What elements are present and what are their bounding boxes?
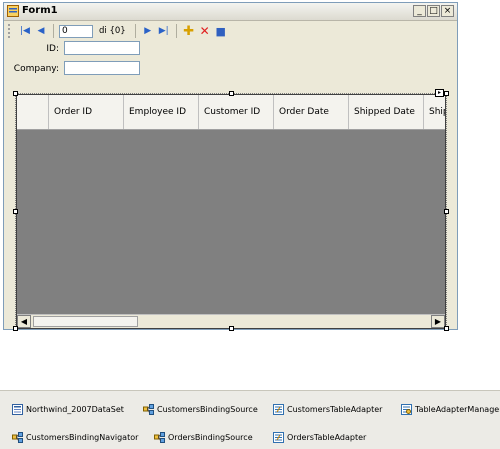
company-label: Company:: [13, 64, 59, 74]
table-adapter-manager-icon: [401, 404, 412, 415]
resize-handle[interactable]: [13, 326, 18, 331]
grid-header-row: Order ID Employee ID Customer ID Order D…: [17, 95, 445, 130]
toolbar-grip[interactable]: [8, 24, 13, 38]
tray-item-table-adapter-manager[interactable]: TableAdapterManager: [401, 404, 500, 415]
company-field[interactable]: [64, 61, 140, 75]
scroll-left-icon[interactable]: ◀: [17, 315, 31, 328]
binding-source-icon: [154, 432, 165, 443]
toolbar-separator: [175, 24, 177, 38]
toolbar-separator: [134, 24, 136, 38]
resize-handle[interactable]: [444, 91, 449, 96]
minimize-button[interactable]: _: [413, 5, 426, 17]
resize-handle[interactable]: [444, 209, 449, 214]
tray-item-orders-table-adapter[interactable]: OrdersTableAdapter: [273, 432, 366, 443]
scroll-thumb[interactable]: [33, 316, 138, 327]
orders-data-grid[interactable]: Order ID Employee ID Customer ID Order D…: [16, 94, 446, 329]
binding-source-icon: [143, 404, 154, 415]
id-field[interactable]: [64, 41, 140, 55]
resize-handle[interactable]: [229, 91, 234, 96]
window-controls: _ □ ×: [413, 5, 454, 17]
tray-item-label: OrdersBindingSource: [168, 433, 253, 442]
move-last-button[interactable]: ▶|: [157, 24, 171, 38]
table-adapter-icon: [273, 404, 284, 415]
count-label: di {0}: [99, 26, 126, 36]
form-icon: [7, 5, 19, 17]
tray-item-customers-table-adapter[interactable]: CustomersTableAdapter: [273, 404, 382, 415]
column-header-ship[interactable]: Ship: [424, 95, 445, 129]
dataset-icon: [12, 404, 23, 415]
close-button[interactable]: ×: [441, 5, 454, 17]
scroll-right-icon[interactable]: ▶: [431, 315, 445, 328]
tray-item-label: Northwind_2007DataSet: [26, 405, 124, 414]
tray-item-dataset[interactable]: Northwind_2007DataSet: [12, 404, 124, 415]
resize-handle[interactable]: [229, 326, 234, 331]
delete-icon[interactable]: ✕: [198, 24, 212, 38]
maximize-button[interactable]: □: [427, 5, 440, 17]
column-header-order-date[interactable]: Order Date: [274, 95, 349, 129]
column-header-customer-id[interactable]: Customer ID: [199, 95, 274, 129]
tray-item-orders-binding-source[interactable]: OrdersBindingSource: [154, 432, 253, 443]
binding-navigator-icon: [12, 432, 23, 443]
table-adapter-icon: [273, 432, 284, 443]
resize-handle[interactable]: [13, 91, 18, 96]
move-next-button[interactable]: ▶: [141, 24, 155, 38]
tray-item-customers-binding-source[interactable]: CustomersBindingSource: [143, 404, 258, 415]
position-input[interactable]: [59, 24, 93, 38]
smart-tag-arrow-icon[interactable]: ▸: [435, 89, 444, 97]
component-tray: Northwind_2007DataSet CustomersBindingSo…: [0, 390, 500, 449]
id-label: ID:: [46, 44, 59, 54]
tray-item-label: TableAdapterManager: [415, 405, 500, 414]
tray-item-customers-binding-navigator[interactable]: CustomersBindingNavigator: [12, 432, 138, 443]
column-header-employee-id[interactable]: Employee ID: [124, 95, 199, 129]
column-header-order-id[interactable]: Order ID: [49, 95, 124, 129]
column-header-shipped-date[interactable]: Shipped Date: [349, 95, 424, 129]
tray-item-label: CustomersBindingSource: [157, 405, 258, 414]
tray-item-label: CustomersTableAdapter: [287, 405, 383, 414]
resize-handle[interactable]: [444, 326, 449, 331]
add-new-icon[interactable]: ✚: [182, 24, 196, 39]
save-icon[interactable]: ■: [214, 24, 228, 38]
title-bar[interactable]: Form1 _ □ ×: [4, 3, 457, 21]
toolbar-separator: [53, 24, 54, 38]
resize-handle[interactable]: [13, 209, 18, 214]
row-header-corner[interactable]: [17, 95, 49, 129]
window-title: Form1: [22, 5, 58, 16]
move-first-button[interactable]: |◀: [18, 24, 32, 38]
binding-navigator: |◀ ◀ di {0} ▶ ▶| ✚ ✕ ■: [4, 21, 457, 41]
move-previous-button[interactable]: ◀: [34, 24, 48, 38]
tray-item-label: CustomersBindingNavigator: [26, 433, 139, 442]
tray-item-label: OrdersTableAdapter: [287, 433, 367, 442]
